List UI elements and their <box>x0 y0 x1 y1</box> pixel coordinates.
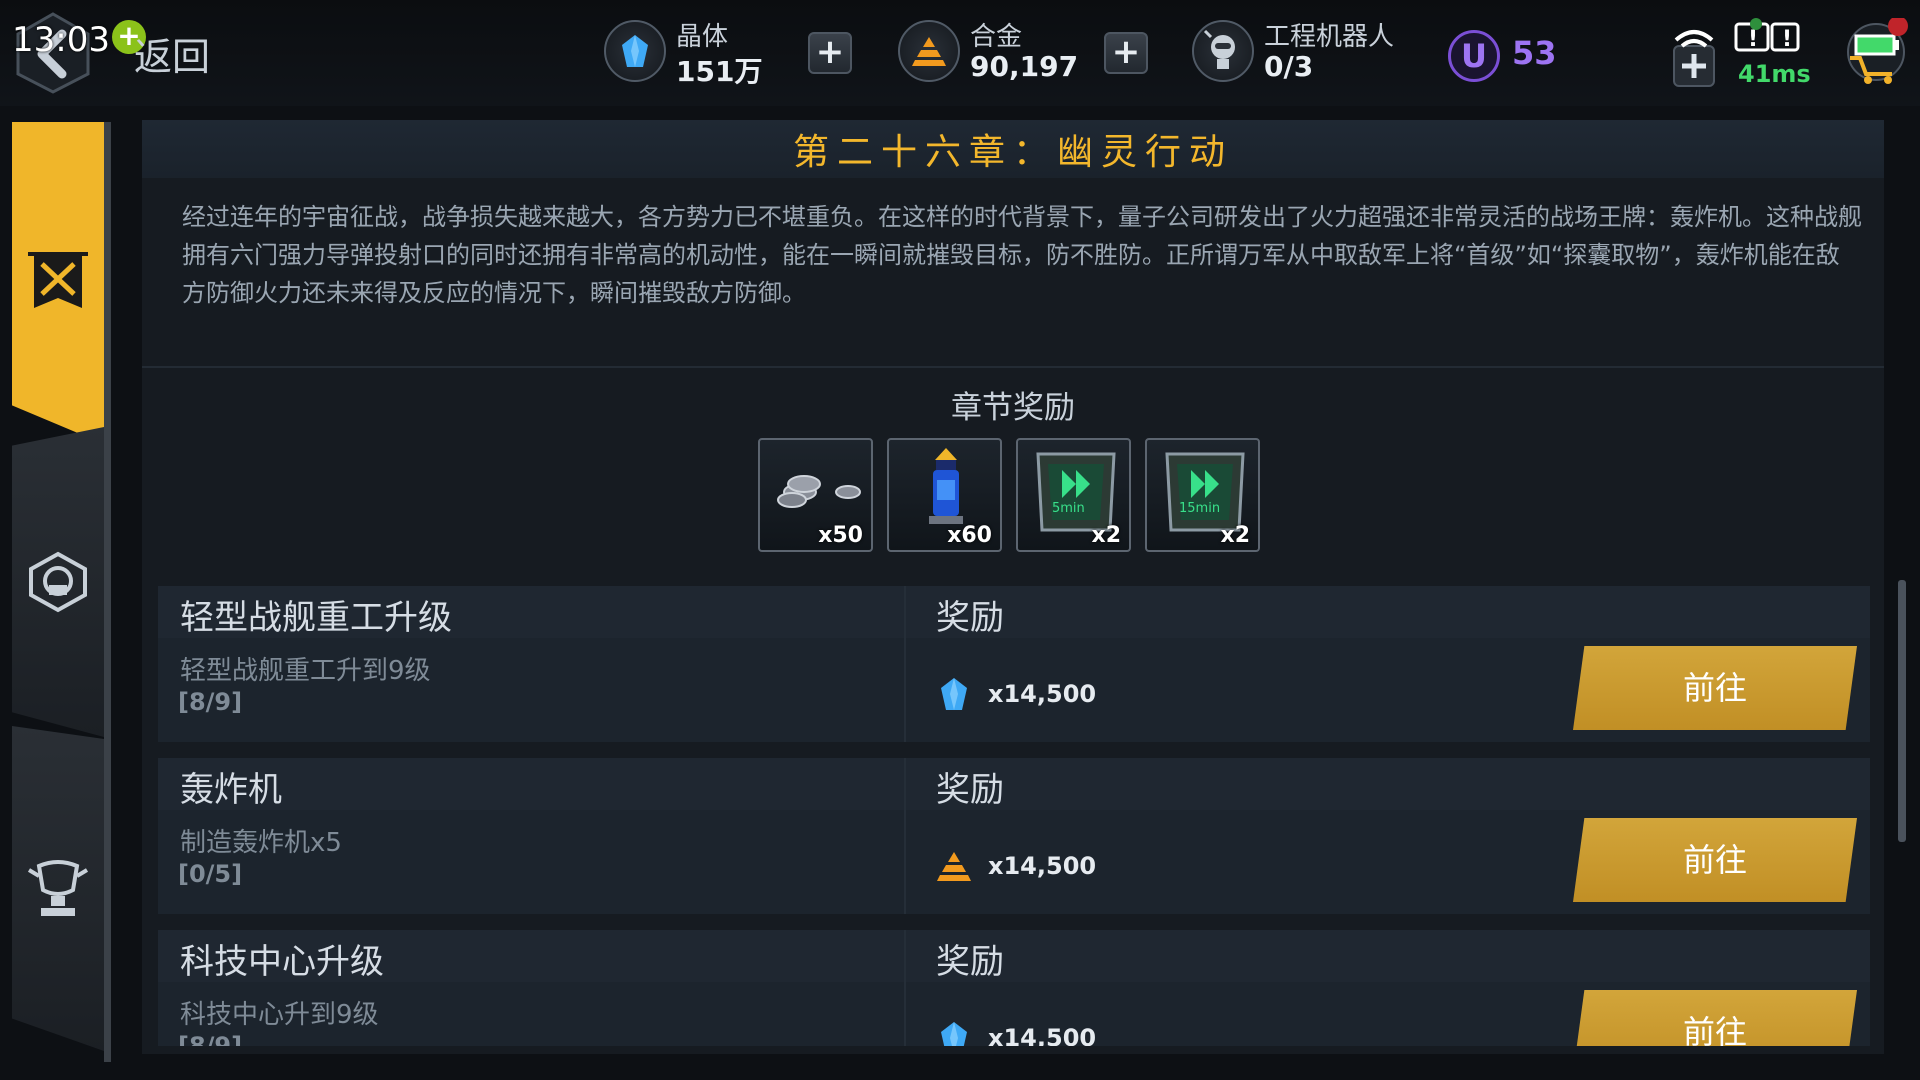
reward-item-coins[interactable]: x50 <box>758 438 873 552</box>
u-currency-value: 53 <box>1512 34 1557 72</box>
bottom-edge <box>130 1054 1894 1080</box>
divider <box>904 758 906 914</box>
resource-label: 工程机器人 <box>1264 22 1395 52</box>
resource-value: 151万 <box>676 55 763 88</box>
divider <box>904 930 906 1046</box>
task-row: 轰炸机 制造轰炸机x5 [0/5] 奖励 x14,500 前往 <box>158 758 1870 914</box>
svg-text:!: ! <box>1782 27 1792 52</box>
add-shortcut-icon <box>1673 45 1715 87</box>
task-row: 轻型战舰重工升级 轻型战舰重工升到9级 [8/9] 奖励 x14,500 前往 <box>158 586 1870 742</box>
resource-value: 0/3 <box>1264 50 1314 83</box>
chapter-panel: 第二十六章：幽灵行动 经过连年的宇宙征战，战争损失越来越大，各方势力已不堪重负。… <box>142 120 1884 1068</box>
speedup-tag: 15min <box>1179 501 1220 516</box>
device-alert-icon: ! ! <box>1734 18 1800 52</box>
task-reward-amount: x14,500 <box>988 680 1097 708</box>
reward-count: x2 <box>1091 523 1122 548</box>
reward-count: x60 <box>947 523 992 548</box>
divider <box>142 366 1884 368</box>
task-desc: 制造轰炸机x5 <box>180 828 342 858</box>
chapter-title: 第二十六章：幽灵行动 <box>792 132 1233 173</box>
helmet-icon <box>29 551 87 613</box>
crystal-icon <box>604 20 666 82</box>
task-reward-label: 奖励 <box>936 770 1004 810</box>
resource-label: 晶体 <box>676 22 729 52</box>
task-progress: [8/9] <box>178 1032 243 1046</box>
tab-helmet[interactable] <box>12 427 104 737</box>
chapter-rewards-title: 章节奖励 <box>951 390 1075 426</box>
task-reward-label: 奖励 <box>936 598 1004 638</box>
resource-value: 90,197 <box>970 50 1079 83</box>
go-button[interactable]: 前往 <box>1573 990 1857 1046</box>
chapter-rewards: x50 x60 5min x2 15min x2 <box>758 438 1260 552</box>
resource-label: 合金 <box>970 22 1023 52</box>
chapter-title-bar: 第二十六章：幽灵行动 <box>142 120 1884 178</box>
task-header <box>158 930 1870 982</box>
task-reward: x14,500 <box>934 674 1096 714</box>
back-label[interactable]: 返回 <box>134 26 210 81</box>
task-name: 轰炸机 <box>180 770 282 810</box>
task-desc: 轻型战舰重工升到9级 <box>180 656 431 686</box>
task-progress: [8/9] <box>178 688 243 716</box>
reward-count: x2 <box>1220 523 1251 548</box>
crystal-icon <box>941 678 967 710</box>
panel-scrollbar[interactable] <box>1898 580 1906 842</box>
go-button[interactable]: 前往 <box>1573 646 1857 730</box>
reward-item-figure[interactable]: x60 <box>887 438 1002 552</box>
task-progress: [0/5] <box>178 860 243 888</box>
wifi-icon <box>1674 30 1714 48</box>
ping-value: 41ms <box>1738 60 1811 88</box>
tab-chapter[interactable] <box>12 122 104 444</box>
task-reward: x14,500 <box>934 1018 1096 1046</box>
alloy-icon <box>898 20 960 82</box>
svg-text:!: ! <box>1748 27 1758 52</box>
chapter-story: 经过连年的宇宙征战，战争损失越来越大，各方势力已不堪重负。在这样的时代背景下，量… <box>182 203 1862 307</box>
alloy-icon <box>937 852 971 881</box>
add-alloy-button[interactable]: + <box>1104 32 1148 74</box>
task-reward-label: 奖励 <box>936 942 1004 982</box>
side-nav <box>12 122 112 1067</box>
task-reward-amount: x14,500 <box>988 1024 1097 1046</box>
fist-trophy-icon <box>27 859 89 916</box>
task-reward: x14,500 <box>934 846 1096 886</box>
tab-trophy[interactable] <box>12 726 104 1051</box>
go-button[interactable]: 前往 <box>1573 818 1857 902</box>
add-crystal-button[interactable]: + <box>808 32 852 74</box>
crystal-icon <box>941 1022 967 1046</box>
task-desc: 科技中心升到9级 <box>180 1000 379 1030</box>
u-currency-icon: U <box>1448 30 1500 82</box>
top-bar: 13:03 + 返回 晶体 151万 + 合金 90,197 + 工程机器人 0… <box>0 0 1920 106</box>
reward-item-speedup-5min[interactable]: 5min x2 <box>1016 438 1131 552</box>
reward-item-speedup-15min[interactable]: 15min x2 <box>1145 438 1260 552</box>
task-header <box>158 758 1870 810</box>
robot-icon <box>1192 20 1254 82</box>
reward-count: x50 <box>818 523 863 548</box>
crossed-swords-banner-icon <box>28 252 88 308</box>
side-scrollbar[interactable] <box>104 122 111 1062</box>
task-name: 科技中心升级 <box>180 942 384 982</box>
task-name: 轻型战舰重工升级 <box>180 598 452 638</box>
status-time: 13:03 <box>12 20 110 60</box>
task-row: 科技中心升级 科技中心升到9级 [8/9] 奖励 x14,500 前往 <box>158 930 1870 1046</box>
divider <box>904 586 906 742</box>
task-reward-amount: x14,500 <box>988 852 1097 880</box>
speedup-tag: 5min <box>1052 501 1085 516</box>
shop-cart-icon <box>1847 16 1908 84</box>
